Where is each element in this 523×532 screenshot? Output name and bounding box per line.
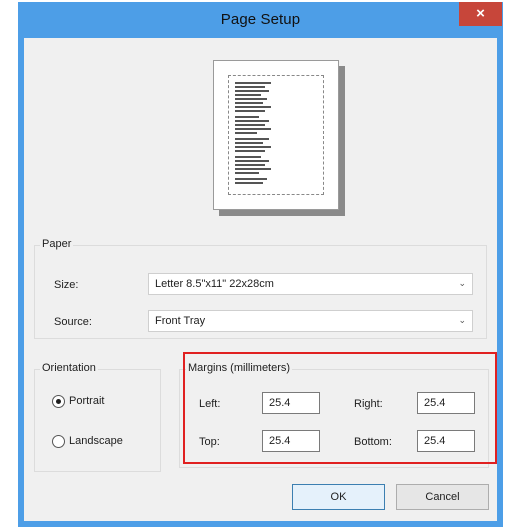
cancel-button[interactable]: Cancel — [396, 484, 489, 510]
preview-line — [235, 120, 269, 122]
size-select[interactable]: Letter 8.5"x11" 22x28cm ⌄ — [148, 273, 473, 295]
landscape-label[interactable]: Landscape — [69, 435, 123, 447]
preview-line — [235, 160, 269, 162]
preview-line — [235, 90, 269, 92]
portrait-radio[interactable] — [52, 395, 65, 408]
source-label: Source: — [54, 316, 92, 328]
preview-line — [235, 82, 271, 84]
preview-line — [235, 102, 263, 104]
source-select-value: Front Tray — [155, 315, 206, 327]
chevron-down-icon: ⌄ — [458, 315, 466, 325]
preview-line — [235, 106, 271, 108]
preview-line — [235, 110, 265, 112]
title-bar[interactable]: Page Setup × — [18, 2, 503, 38]
preview-line — [235, 172, 259, 174]
chevron-down-icon: ⌄ — [458, 278, 466, 288]
preview-line — [235, 150, 265, 152]
close-icon: × — [476, 5, 485, 22]
size-label: Size: — [54, 279, 79, 291]
preview-line — [235, 86, 265, 88]
preview-line — [235, 98, 267, 100]
preview-line — [235, 182, 263, 184]
preview-line — [235, 132, 257, 134]
size-select-value: Letter 8.5"x11" 22x28cm — [155, 278, 274, 290]
preview-line — [235, 142, 263, 144]
preview-text-lines — [235, 82, 271, 184]
orientation-group — [34, 369, 161, 472]
preview-line — [235, 94, 261, 96]
ok-button[interactable]: OK — [292, 484, 385, 510]
preview-margin-guide — [228, 75, 324, 195]
close-button[interactable]: × — [459, 2, 502, 26]
margins-highlight-box — [183, 352, 497, 464]
portrait-label[interactable]: Portrait — [69, 395, 104, 407]
preview-line — [235, 138, 269, 140]
source-select[interactable]: Front Tray ⌄ — [148, 310, 473, 332]
preview-line — [235, 178, 267, 180]
preview-line — [235, 168, 271, 170]
paper-group-label: Paper — [40, 238, 74, 250]
preview-line — [235, 146, 271, 148]
preview-line — [235, 164, 265, 166]
preview-line — [235, 116, 259, 118]
preview-line — [235, 156, 261, 158]
dialog-title: Page Setup — [220, 11, 301, 28]
page-preview — [213, 60, 339, 210]
preview-line — [235, 124, 265, 126]
landscape-radio[interactable] — [52, 435, 65, 448]
preview-line — [235, 128, 271, 130]
orientation-group-label: Orientation — [40, 362, 98, 374]
